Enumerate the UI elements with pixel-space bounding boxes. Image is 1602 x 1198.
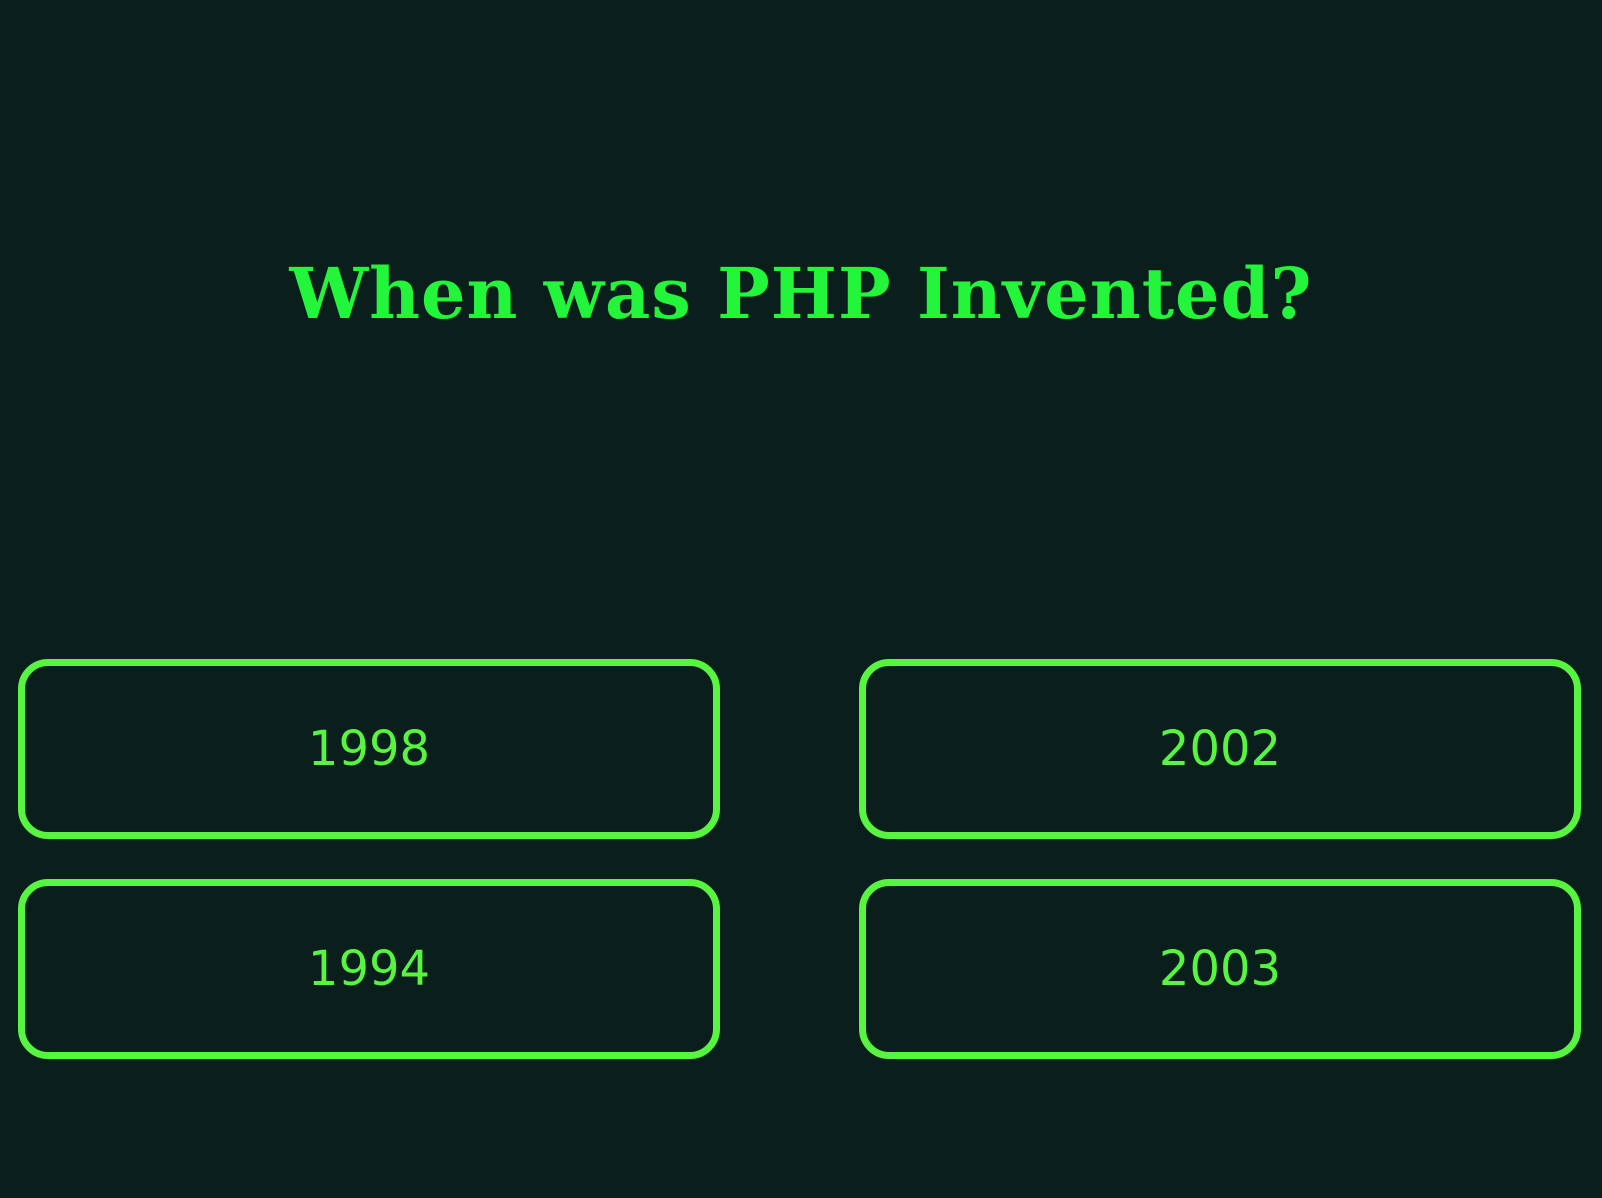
- question-title: When was PHP Invented?: [289, 252, 1313, 335]
- answer-option-label: 2002: [1158, 721, 1282, 777]
- answer-option-1[interactable]: 1998: [18, 659, 720, 839]
- quiz-screen: When was PHP Invented? 1998 2002 1994 20…: [0, 0, 1602, 1198]
- answer-option-4[interactable]: 2003: [859, 879, 1581, 1059]
- answer-option-label: 2003: [1158, 941, 1282, 997]
- answer-option-label: 1994: [307, 941, 431, 997]
- answer-option-label: 1998: [307, 721, 431, 777]
- answer-option-3[interactable]: 1994: [18, 879, 720, 1059]
- answer-option-2[interactable]: 2002: [859, 659, 1581, 839]
